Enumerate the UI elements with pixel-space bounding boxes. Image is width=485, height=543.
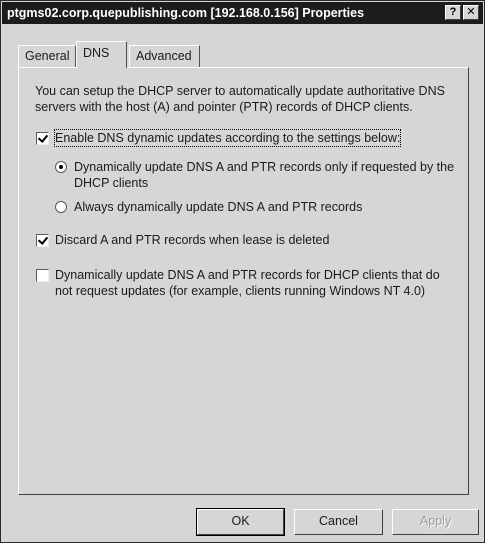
update-non-requesting-checkbox[interactable] (36, 269, 49, 282)
title-bar[interactable]: ptgms02.corp.quepublishing.com [192.168.… (2, 2, 483, 24)
dns-tab-panel: You can setup the DHCP server to automat… (18, 67, 469, 495)
dns-description: You can setup the DHCP server to automat… (35, 84, 445, 114)
always-update-radio[interactable] (55, 201, 67, 213)
discard-records-option[interactable]: Discard A and PTR records when lease is … (36, 232, 456, 248)
tab-general-label: General (25, 49, 70, 63)
update-non-requesting-label: Dynamically update DNS A and PTR records… (55, 268, 440, 298)
tab-dns[interactable]: DNS (76, 41, 127, 68)
update-if-requested-radio[interactable] (55, 161, 67, 173)
update-if-requested-label: Dynamically update DNS A and PTR records… (74, 160, 455, 190)
tab-advanced[interactable]: Advanced (129, 45, 200, 67)
tab-general[interactable]: General (18, 45, 76, 67)
discard-records-checkbox[interactable] (36, 234, 49, 247)
enable-dns-updates-checkbox[interactable] (36, 132, 49, 145)
help-button[interactable]: ? (445, 5, 461, 20)
enable-dns-updates-option[interactable]: Enable DNS dynamic updates according to … (36, 129, 456, 147)
close-button[interactable]: ✕ (463, 5, 479, 20)
update-if-requested-option[interactable]: Dynamically update DNS A and PTR records… (55, 159, 455, 191)
tab-advanced-label: Advanced (136, 49, 192, 63)
ok-button[interactable]: OK (196, 508, 285, 536)
always-update-option[interactable]: Always dynamically update DNS A and PTR … (55, 199, 455, 215)
update-non-requesting-option[interactable]: Dynamically update DNS A and PTR records… (36, 267, 456, 299)
cancel-button[interactable]: Cancel (294, 509, 383, 535)
apply-button[interactable]: Apply (392, 509, 479, 535)
always-update-label: Always dynamically update DNS A and PTR … (74, 200, 363, 214)
discard-records-label: Discard A and PTR records when lease is … (55, 233, 330, 247)
properties-dialog: ptgms02.corp.quepublishing.com [192.168.… (0, 0, 485, 543)
enable-dns-updates-label: Enable DNS dynamic updates according to … (53, 129, 402, 147)
tab-dns-label: DNS (83, 46, 110, 60)
window-title: ptgms02.corp.quepublishing.com [192.168.… (7, 6, 365, 20)
